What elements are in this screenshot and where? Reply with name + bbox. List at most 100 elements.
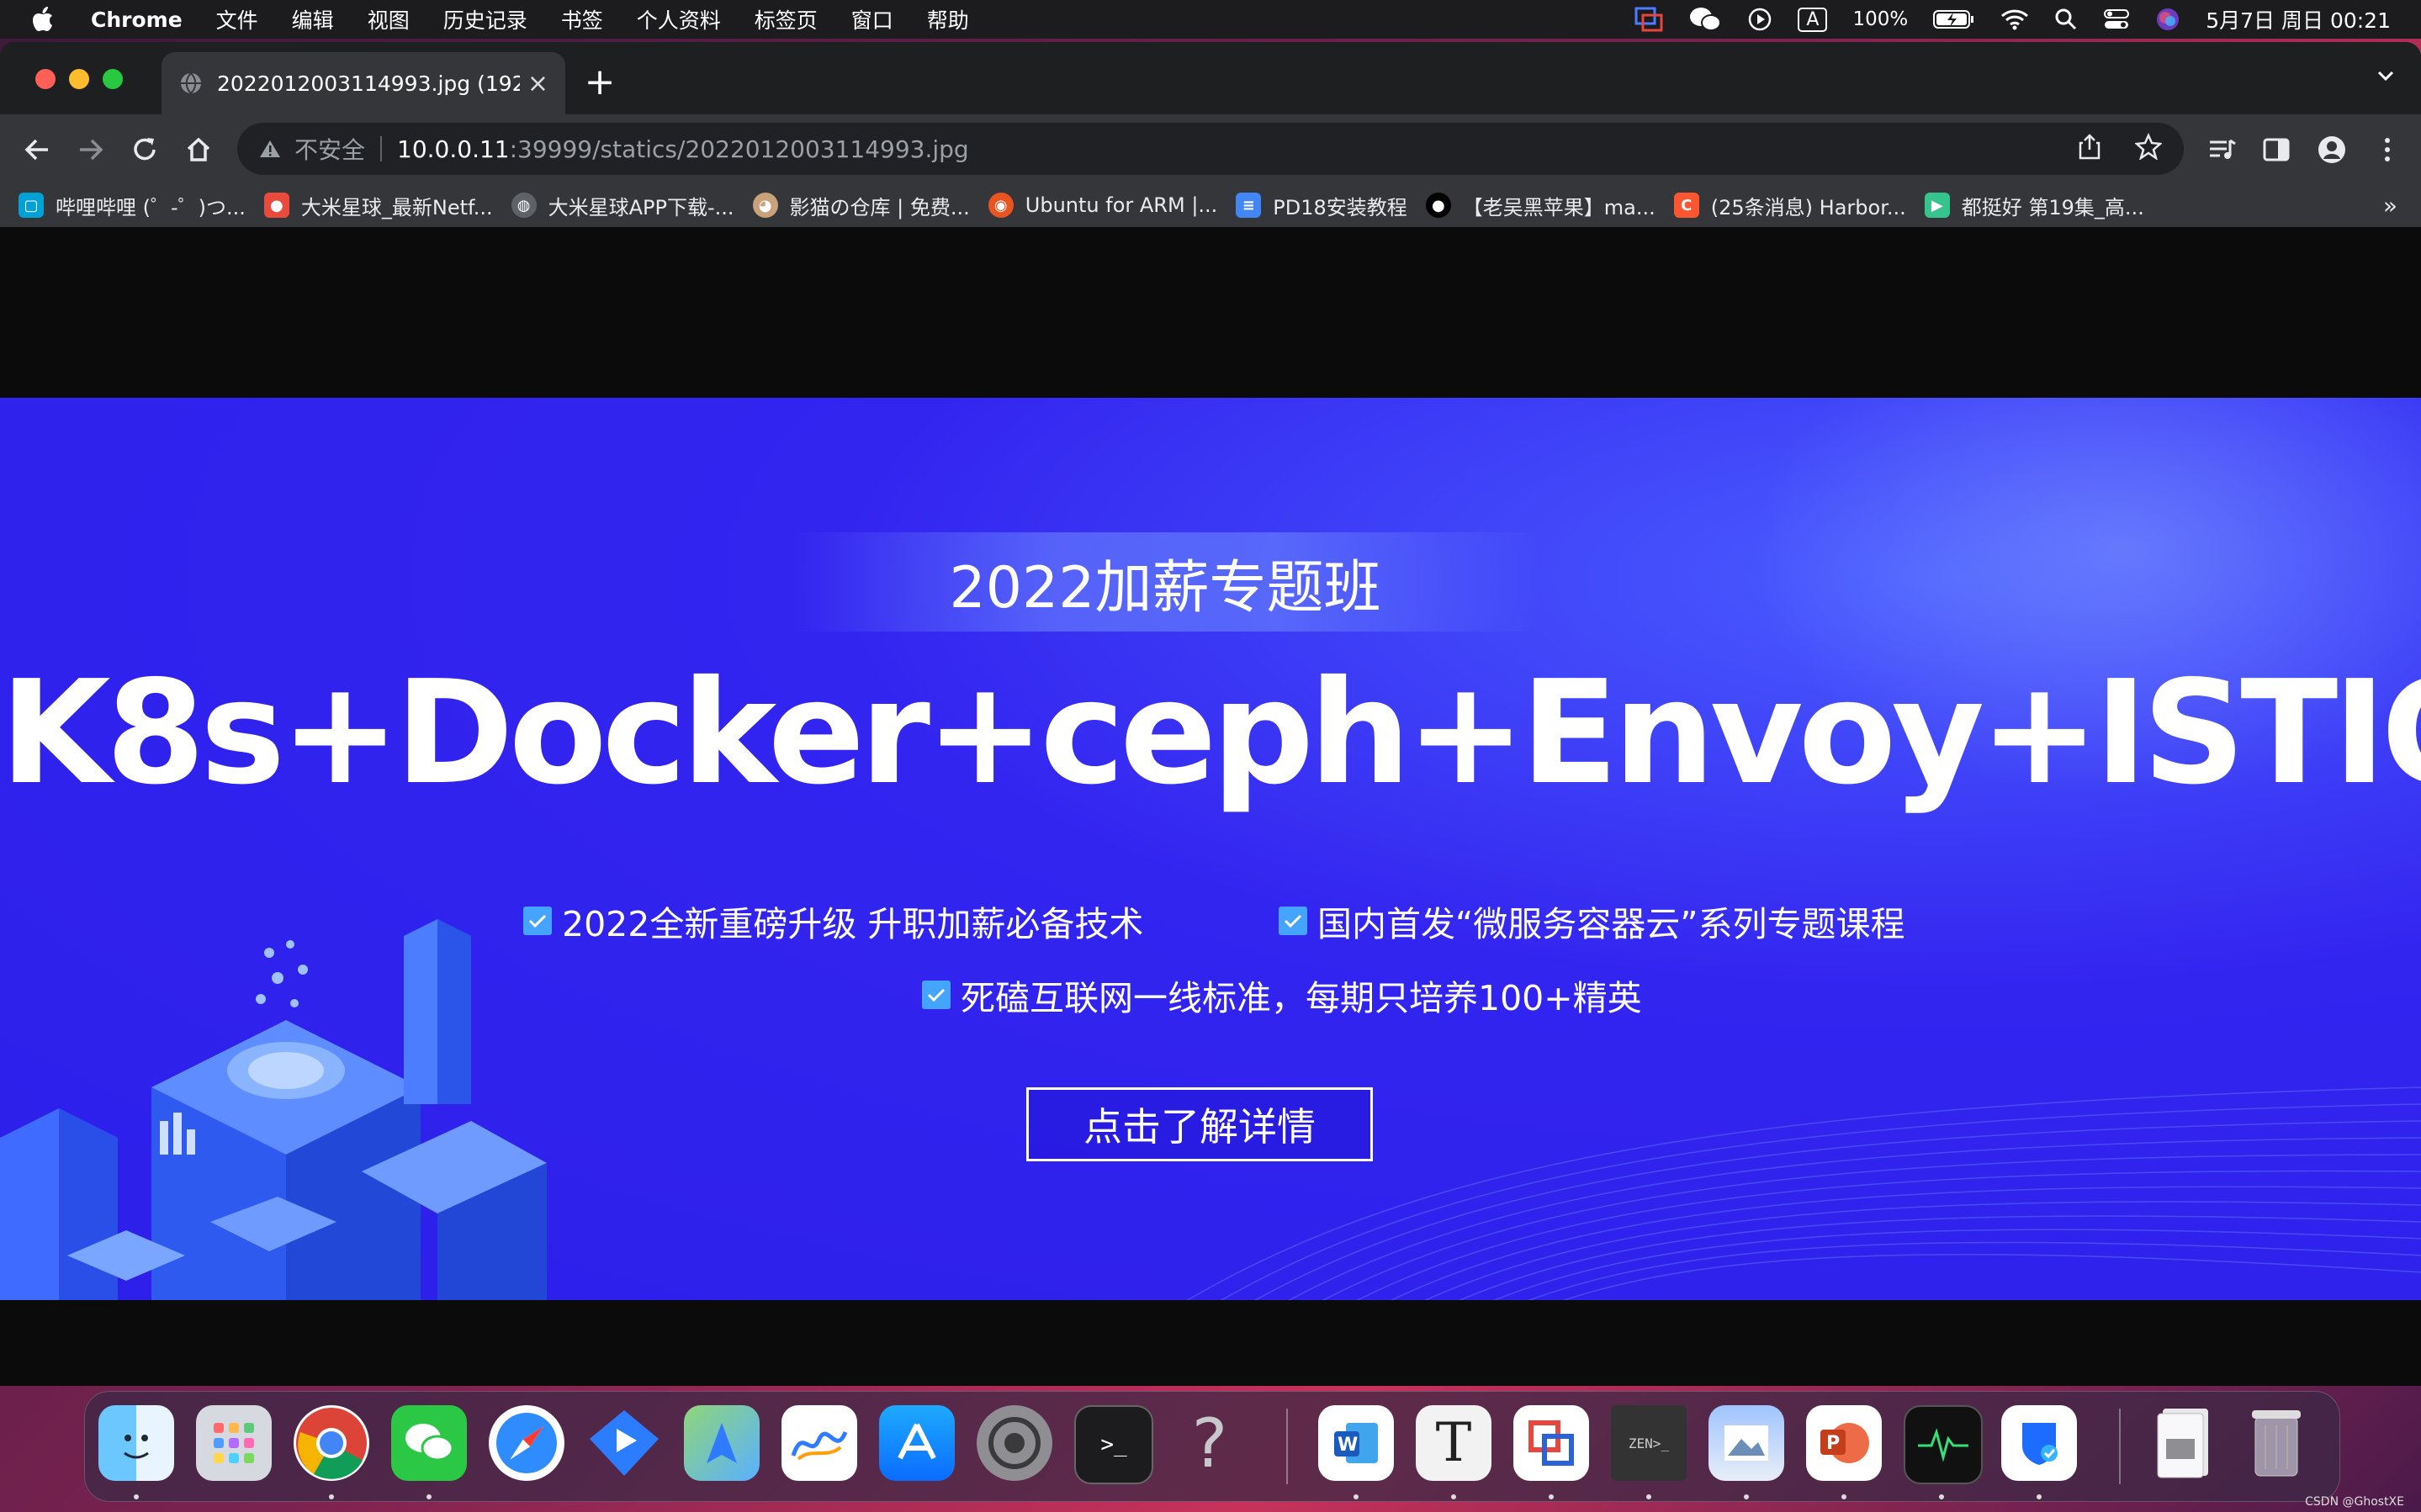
running-indicator [1939,1494,1944,1499]
powerpoint-icon[interactable]: P [1806,1405,1882,1481]
parallels-icon[interactable] [1513,1405,1589,1481]
wifi-icon[interactable] [2000,8,2029,30]
course-banner-image[interactable]: 2022加薪专题班 K8s+Docker+ceph+Envoy+ISTIO 20… [0,398,2421,1300]
bookmark-item[interactable]: ◉ Ubuntu for ARM |... [988,193,1218,218]
word-icon[interactable]: W [1318,1405,1394,1481]
back-arrow-icon[interactable] [19,131,56,168]
control-center-icon[interactable] [2103,8,2130,31]
active-tab[interactable]: 2022012003114993.jpg (1920× × [162,52,565,114]
bookmark-item[interactable]: ◍ 大米星球APP下载-... [511,191,734,220]
zoom-window-button[interactable] [103,69,123,89]
feature-item: 死磕互联网一线标准，每期只培养100+精英 [922,970,1642,1020]
help-question-icon[interactable]: ? [1172,1404,1248,1483]
spotlight-search-icon[interactable] [2054,8,2078,31]
zen-terminal-icon[interactable]: ZEN>_ [1611,1405,1687,1481]
running-indicator [1841,1494,1846,1499]
menu-edit[interactable]: 编辑 [275,0,351,39]
home-icon[interactable] [180,131,217,168]
bookmark-item[interactable]: ▢ 哔哩哔哩 (゜-゜)つ... [19,191,246,220]
battery-icon[interactable] [1933,9,1975,29]
bookmark-item[interactable]: ≡ PD18安装教程 [1236,191,1407,220]
reading-list-icon[interactable] [2204,131,2241,168]
menu-window[interactable]: 窗口 [834,0,910,39]
address-divider [380,136,383,161]
files-stack-icon[interactable] [2146,1405,2222,1481]
isometric-city-illustration [0,919,547,1300]
new-tab-button[interactable]: + [579,61,621,103]
menu-profiles[interactable]: 个人资料 [620,0,738,39]
infuse-icon[interactable] [586,1405,662,1481]
url-host: 10.0.0.11 [397,135,510,163]
forward-arrow-icon[interactable] [72,131,109,168]
safari-icon[interactable] [489,1405,564,1481]
minimize-window-button[interactable] [69,69,89,89]
launchpad-icon[interactable] [196,1405,272,1481]
menu-help[interactable]: 帮助 [910,0,986,39]
bookmark-label: 哔哩哔哩 (゜-゜)つ... [56,195,246,219]
bookmark-item[interactable]: ● 【老吴黑苹果】ma... [1425,191,1655,220]
clock[interactable]: 5月7日 周日 00:21 [2206,4,2391,34]
bookmarks-bar: ▢ 哔哩哔哩 (゜-゜)つ... ● 大米星球_最新Netf... ◍ 大米星球… [0,183,2421,228]
checkbox-icon [1279,907,1307,935]
share-icon[interactable] [2078,133,2101,166]
svg-text:P: P [1826,1433,1840,1454]
globe-icon: ◍ [511,193,537,218]
bookmark-item[interactable]: ◕ 影猫の仓库 | 免费... [752,191,970,220]
warning-triangle-icon[interactable] [259,139,281,159]
preview-icon[interactable] [1708,1405,1784,1481]
apple-menu-icon[interactable] [24,7,62,32]
csdn-icon: C [1673,193,1699,218]
feature-item: 国内首发“微服务容器云”系列专题课程 [1279,896,1904,946]
maps-icon[interactable] [684,1405,760,1481]
tab-strip: 2022012003114993.jpg (1920× × + [0,42,2421,114]
profile-avatar-icon[interactable] [2313,131,2350,168]
finder-icon[interactable] [98,1405,174,1481]
chrome-menu-icon[interactable] [2369,131,2406,168]
menu-view[interactable]: 视图 [351,0,426,39]
wechat-icon[interactable] [1688,6,1722,33]
menu-bookmarks[interactable]: 书签 [544,0,620,39]
app-menu[interactable]: Chrome [74,0,199,39]
enterprise-control-icon[interactable] [2001,1405,2077,1481]
side-panel-icon[interactable] [2258,131,2295,168]
terminal-icon[interactable]: >_ [1074,1405,1153,1484]
freeform-icon[interactable] [781,1405,857,1481]
reload-icon[interactable] [126,131,163,168]
screenshot-tool-icon[interactable] [1634,7,1663,32]
doc-icon: ≡ [1236,193,1262,218]
activity-monitor-icon[interactable] [1904,1405,1983,1484]
bookmark-item[interactable]: ● 大米星球_最新Netf... [263,191,493,220]
app-store-icon[interactable] [879,1405,955,1481]
bookmark-label: PD18安装教程 [1273,195,1407,219]
menu-history[interactable]: 历史记录 [426,0,544,39]
typora-icon[interactable]: T [1416,1405,1491,1481]
running-indicator [1451,1494,1456,1499]
menu-tabs[interactable]: 标签页 [738,0,834,39]
bookmark-star-icon[interactable] [2134,132,2163,166]
bookmark-label: 大米星球_最新Netf... [300,195,493,219]
close-window-button[interactable] [35,69,56,89]
system-settings-icon[interactable] [977,1405,1052,1481]
play-circle-icon[interactable] [1747,7,1772,32]
bookmark-item[interactable]: C (25条消息) Harbor... [1673,191,1906,220]
wechat-icon[interactable] [391,1405,467,1481]
feature-item: 2022全新重磅升级 升职加薪必备技术 [523,896,1143,946]
checkbox-icon [922,981,951,1009]
ubuntu-icon: ◉ [988,193,1014,218]
bookmark-label: (25条消息) Harbor... [1710,195,1906,219]
chrome-icon[interactable] [294,1405,369,1481]
trash-icon[interactable] [2238,1405,2314,1481]
input-method-indicator[interactable]: A [1798,7,1828,32]
tab-close-icon[interactable]: × [527,69,548,98]
security-label[interactable]: 不安全 [294,132,365,166]
bookmark-item[interactable]: ▶ 都挺好 第19集_高... [1924,191,2144,220]
bookmarks-overflow-button[interactable]: » [2383,192,2397,219]
bilibili-icon: ▢ [19,193,44,218]
siri-icon[interactable] [2155,7,2180,32]
address-bar[interactable]: 不安全 10.0.0.11 :39999/statics/20220120031… [237,123,2184,175]
cat-icon: ◕ [752,193,778,218]
bookmark-label: Ubuntu for ARM |... [1025,193,1218,217]
tab-search-chevron-icon[interactable] [2376,66,2396,89]
learn-more-button[interactable]: 点击了解详情 [1026,1087,1373,1161]
menu-file[interactable]: 文件 [199,0,275,39]
